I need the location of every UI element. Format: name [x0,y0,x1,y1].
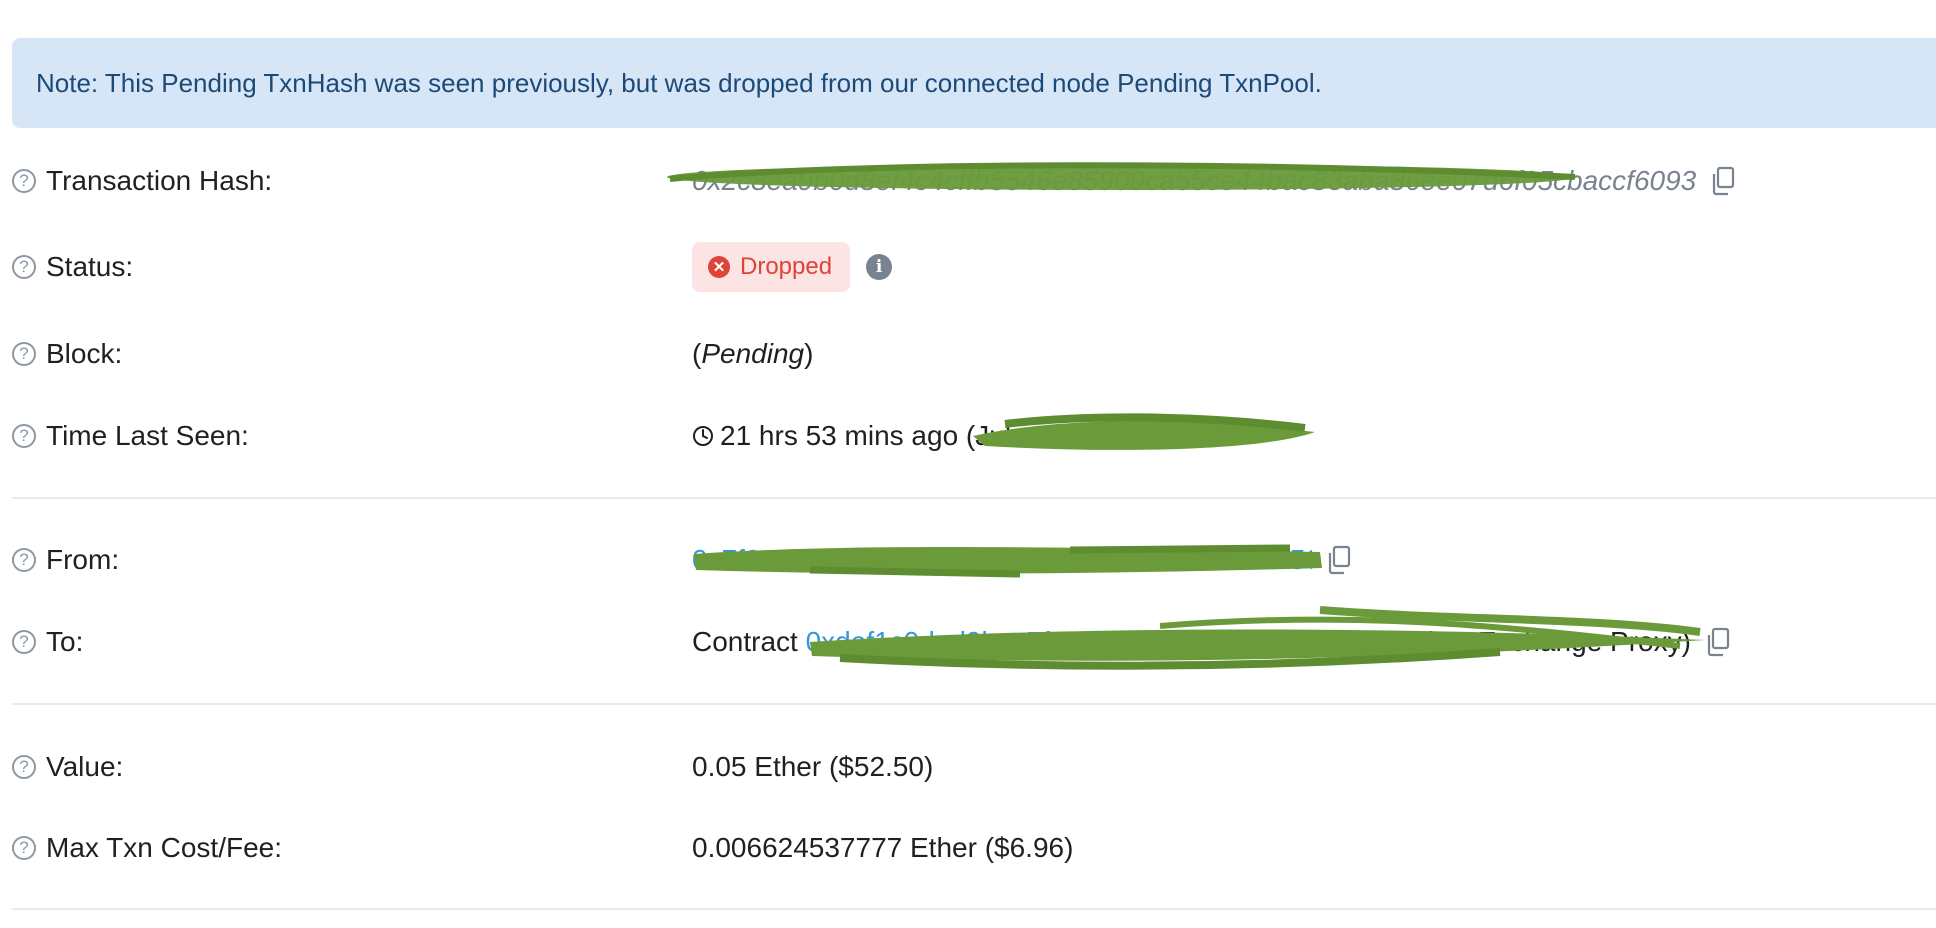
from-value-group: 0x7f2a1b6c0c6b07fcd4f58a5e1b2e4c37a30c45… [692,544,1352,576]
row-transaction-hash: ? Transaction Hash: 0x2c8ea9b0d8ef4c4cff… [12,155,1936,207]
max-fee-amount: 0.006624537777 Ether ($6.96) [692,832,1074,863]
to-value-group: Contract 0xdef1c0ded9bec7f1a167081983324… [692,626,1731,658]
status-badge: ✕ Dropped [692,242,851,292]
from-label: From: [46,544,120,575]
question-circle-icon[interactable]: ? [12,342,36,366]
block-value-group: (Pending) [692,338,813,370]
time-value-group: 21 hrs 53 mins ago (Jul- [692,420,1020,452]
x-circle-icon: ✕ [708,256,730,278]
row-block: ? Block: (Pending) [12,328,1936,380]
label-group: ? Block: [12,338,692,370]
max-fee-label: Max Txn Cost/Fee: [46,832,283,863]
status-text: Dropped [740,253,833,280]
label-group: ? Transaction Hash: [12,165,692,197]
label-group: ? Status: [12,251,692,283]
transaction-hash-value: 0x2c8ea9b0d8ef4c4cffb5546e85909ca55ce44b… [692,165,1697,196]
question-circle-icon[interactable]: ? [12,169,36,193]
to-label: To: [46,626,84,657]
question-circle-icon[interactable]: ? [12,424,36,448]
question-circle-icon[interactable]: ? [12,836,36,860]
copy-icon[interactable] [1710,166,1736,196]
row-value: ? Value: 0.05 Ether ($52.50) [12,741,1936,793]
question-circle-icon[interactable]: ? [12,255,36,279]
copy-icon[interactable] [1705,627,1731,657]
label-group: ? Max Txn Cost/Fee: [12,832,692,864]
block-value: Pending [701,338,805,369]
row-max-fee: ? Max Txn Cost/Fee: 0.006624537777 Ether… [12,822,1936,874]
time-last-seen-value: 21 hrs 53 mins ago (Jul- [720,420,1021,451]
status-value-group: ✕ Dropped i [692,242,893,292]
info-icon[interactable]: i [866,254,893,280]
transaction-hash-label: Transaction Hash: [46,165,273,196]
row-from: ? From: 0x7f2a1b6c0c6b07fcd4f58a5e1b2e4c… [12,534,1936,586]
section-divider [12,497,1936,499]
row-to: ? To: Contract 0xdef1c0ded9bec7f1a167081… [12,616,1936,668]
row-time-last-seen: ? Time Last Seen: 21 hrs 53 mins ago (Ju… [12,410,1936,462]
label-group: ? Value: [12,751,692,783]
label-group: ? To: [12,626,692,658]
transaction-hash-value-group: 0x2c8ea9b0d8ef4c4cffb5546e85909ca55ce44b… [692,165,1736,197]
from-address-link[interactable]: 0x7f2a1b6c0c6b07fcd4f58a5e1b2e4c37a30c45… [692,544,1312,576]
clock-icon [693,426,713,446]
label-group: ? Time Last Seen: [12,420,692,452]
row-status: ? Status: ✕ Dropped i [12,241,1936,293]
block-open-paren: ( [692,338,702,369]
status-label: Status: [46,251,134,282]
dropped-note-banner: Note: This Pending TxnHash was seen prev… [12,38,1936,128]
contract-prefix: Contract [692,626,798,657]
block-close-paren: ) [804,338,814,369]
note-text: Note: This Pending TxnHash was seen prev… [36,67,1322,98]
question-circle-icon[interactable]: ? [12,548,36,572]
value-label: Value: [46,751,124,782]
time-last-seen-label: Time Last Seen: [46,420,249,451]
copy-icon[interactable] [1326,545,1352,575]
contract-name: (0x: Exchange Proxy) [1423,626,1691,657]
section-divider [12,908,1936,910]
question-circle-icon[interactable]: ? [12,755,36,779]
section-divider [12,703,1936,705]
block-label: Block: [46,338,123,369]
label-group: ? From: [12,544,692,576]
question-circle-icon[interactable]: ? [12,630,36,654]
value-amount: 0.05 Ether ($52.50) [692,751,934,782]
to-address-link[interactable]: 0xdef1c0ded9bec7f1a1670819833240f027b25e… [806,626,1416,658]
